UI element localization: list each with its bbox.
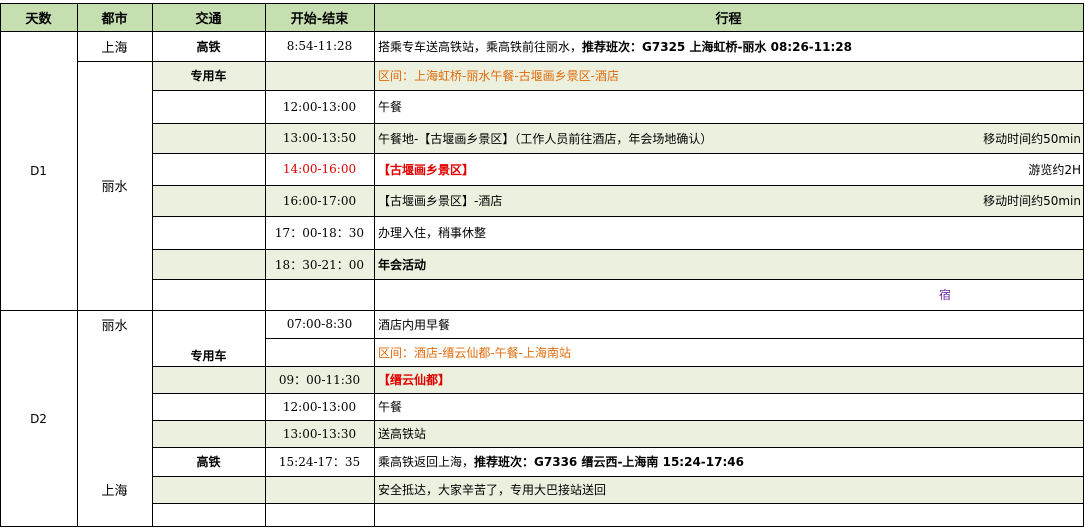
itinerary-cell: 酒店内用早餐 <box>378 317 451 332</box>
train-recommendation: 推荐班次：G7336 缙云西-上海南 15:24-17:46 <box>474 455 744 469</box>
travel-time-note: 移动时间约50min <box>983 194 1081 208</box>
itinerary-text: 搭乘专车送高铁站，乘高铁前往丽水， <box>378 39 583 54</box>
time-cell: 07:00-8:30 <box>286 317 353 331</box>
header-itinerary: 行程 <box>374 3 1083 31</box>
itinerary-cell: 搭乘专车送高铁站，乘高铁前往丽水， 推荐班次：G7325 上海虹桥-丽水 08:2… <box>374 31 1083 61</box>
city-shanghai: 上海 <box>101 40 128 56</box>
itinerary-text: 乘高铁返回上海， <box>378 455 475 469</box>
itinerary-cell: 年会活动 <box>378 257 427 272</box>
header-transport: 交通 <box>152 3 265 31</box>
day-d1: D1 <box>30 163 47 178</box>
time-cell: 09：00-11:30 <box>278 373 361 387</box>
transport-cell: 专用车 <box>190 349 227 363</box>
time-cell: 14:00-16:00 <box>282 162 357 176</box>
header-time: 开始-结束 <box>265 3 374 31</box>
time-cell: 13:00-13:30 <box>282 426 357 441</box>
overnight-label: 宿 <box>938 288 951 302</box>
itinerary-table: 天数 都市 交通 开始-结束 行程 D1 上海 丽水 高铁 8:54-11:28… <box>0 0 1085 529</box>
time-cell: 17：00-18：30 <box>274 226 365 240</box>
city-shanghai: 上海 <box>101 484 128 499</box>
travel-time-note: 移动时间约50min <box>983 131 1081 146</box>
time-cell: 16:00-17:00 <box>282 193 357 208</box>
itinerary-cell: 安全抵达，大家辛苦了，专用大巴接站送回 <box>378 483 607 497</box>
time-cell: 15:24-17：35 <box>278 455 361 469</box>
transport-cell: 专用车 <box>190 69 227 83</box>
city-lishui: 丽水 <box>101 180 128 195</box>
train-recommendation: 推荐班次：G7325 上海虹桥-丽水 08:26-11:28 <box>582 39 852 54</box>
duration-note: 游览约2H <box>1028 162 1081 177</box>
day-d2: D2 <box>30 411 47 426</box>
route-text: 区间：上海虹桥-丽水午餐-古堰画乡景区-酒店 <box>378 69 619 83</box>
transport-cell: 高铁 <box>196 39 221 54</box>
header-days: 天数 <box>0 3 77 31</box>
itinerary-cell: 午餐地-【古堰画乡景区】（工作人员前往酒店，年会场地确认） <box>378 131 713 146</box>
itinerary-cell: 午餐 <box>378 400 403 414</box>
time-cell: 18：30-21：00 <box>274 257 365 272</box>
header-city: 都市 <box>77 3 152 31</box>
itinerary-cell: 送高铁站 <box>378 427 427 441</box>
itinerary-cell: 午餐 <box>378 100 403 114</box>
city-lishui: 丽水 <box>101 318 128 334</box>
time-cell: 8:54-11:28 <box>286 39 353 53</box>
route-text: 区间：酒店-缙云仙都-午餐-上海南站 <box>378 345 571 360</box>
scenic-spot: 【古堰画乡景区】 <box>378 162 475 177</box>
time-cell: 13:00-13:50 <box>282 131 357 145</box>
itinerary-cell: 【古堰画乡景区】-酒店 <box>378 194 503 208</box>
itinerary-cell: 乘高铁返回上海， 推荐班次：G7336 缙云西-上海南 15:24-17:46 <box>374 447 1083 476</box>
time-cell: 12:00-13:00 <box>282 399 357 414</box>
time-cell: 12:00-13:00 <box>282 99 357 114</box>
scenic-spot: 【缙云仙都】 <box>378 373 451 387</box>
transport-cell: 高铁 <box>196 455 221 469</box>
itinerary-cell: 办理入住，稍事休整 <box>378 226 487 240</box>
